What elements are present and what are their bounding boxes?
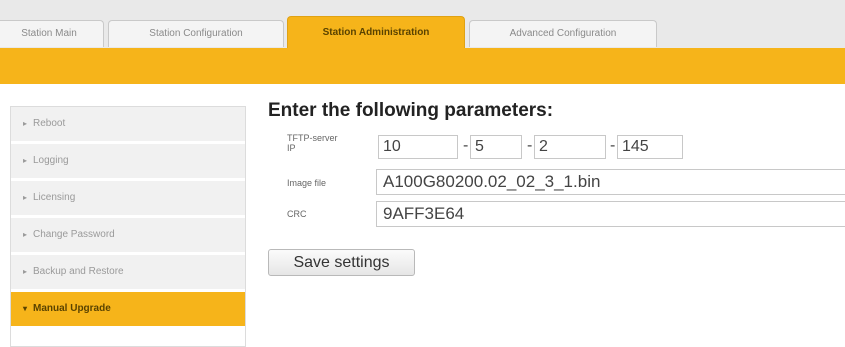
tab-station-administration[interactable]: Station Administration [287, 16, 465, 49]
sidebar-item-label: Manual Upgrade [33, 303, 111, 314]
ip-octet-1-input[interactable] [378, 135, 458, 159]
sidebar: ▸ Reboot ▸ Logging ▸ Licensing ▸ Change Pass… [10, 106, 246, 347]
ip-separator: - [463, 137, 469, 154]
ip-separator: - [527, 137, 533, 154]
sidebar-item-licensing[interactable]: ▸ Licensing [11, 181, 245, 218]
sidebar-item-label: Licensing [33, 192, 76, 203]
sidebar-item-label: Reboot [33, 118, 66, 129]
ip-separator: - [610, 137, 616, 154]
crc-label: CRC [287, 209, 307, 219]
accent-bar [0, 48, 845, 84]
triangle-down-icon: ▾ [23, 304, 28, 313]
sidebar-item-label: Backup and Restore [33, 266, 124, 277]
tftp-server-label-line2: IP [287, 143, 296, 153]
ip-octet-3-input[interactable] [534, 135, 606, 159]
tab-station-configuration[interactable]: Station Configuration [108, 20, 284, 47]
sidebar-item-label: Logging [33, 155, 69, 166]
triangle-right-icon: ▸ [23, 119, 28, 128]
sidebar-item-manual-upgrade[interactable]: ▾ Manual Upgrade [11, 292, 245, 326]
tftp-server-label: TFTP-server IP [287, 133, 338, 153]
ip-octet-2-input[interactable] [470, 135, 522, 159]
tab-station-main[interactable]: Station Main [0, 20, 104, 47]
sidebar-item-change-password[interactable]: ▸ Change Password [11, 218, 245, 255]
tab-bar: Station Main Station Configuration Stati… [0, 0, 845, 49]
image-file-input[interactable] [376, 169, 845, 195]
image-file-label: Image file [287, 178, 327, 188]
triangle-right-icon: ▸ [23, 267, 28, 276]
page-title: Enter the following parameters: [268, 100, 554, 121]
save-settings-button[interactable]: Save settings [268, 249, 415, 276]
ip-octet-4-input[interactable] [617, 135, 683, 159]
sidebar-item-backup-and-restore[interactable]: ▸ Backup and Restore [11, 255, 245, 292]
crc-input[interactable] [376, 201, 845, 227]
triangle-right-icon: ▸ [23, 193, 28, 202]
triangle-right-icon: ▸ [23, 156, 28, 165]
triangle-right-icon: ▸ [23, 230, 28, 239]
sidebar-item-logging[interactable]: ▸ Logging [11, 144, 245, 181]
tftp-server-label-line1: TFTP-server [287, 133, 338, 143]
sidebar-item-label: Change Password [33, 229, 115, 240]
sidebar-item-reboot[interactable]: ▸ Reboot [11, 107, 245, 144]
tab-advanced-configuration[interactable]: Advanced Configuration [469, 20, 657, 47]
